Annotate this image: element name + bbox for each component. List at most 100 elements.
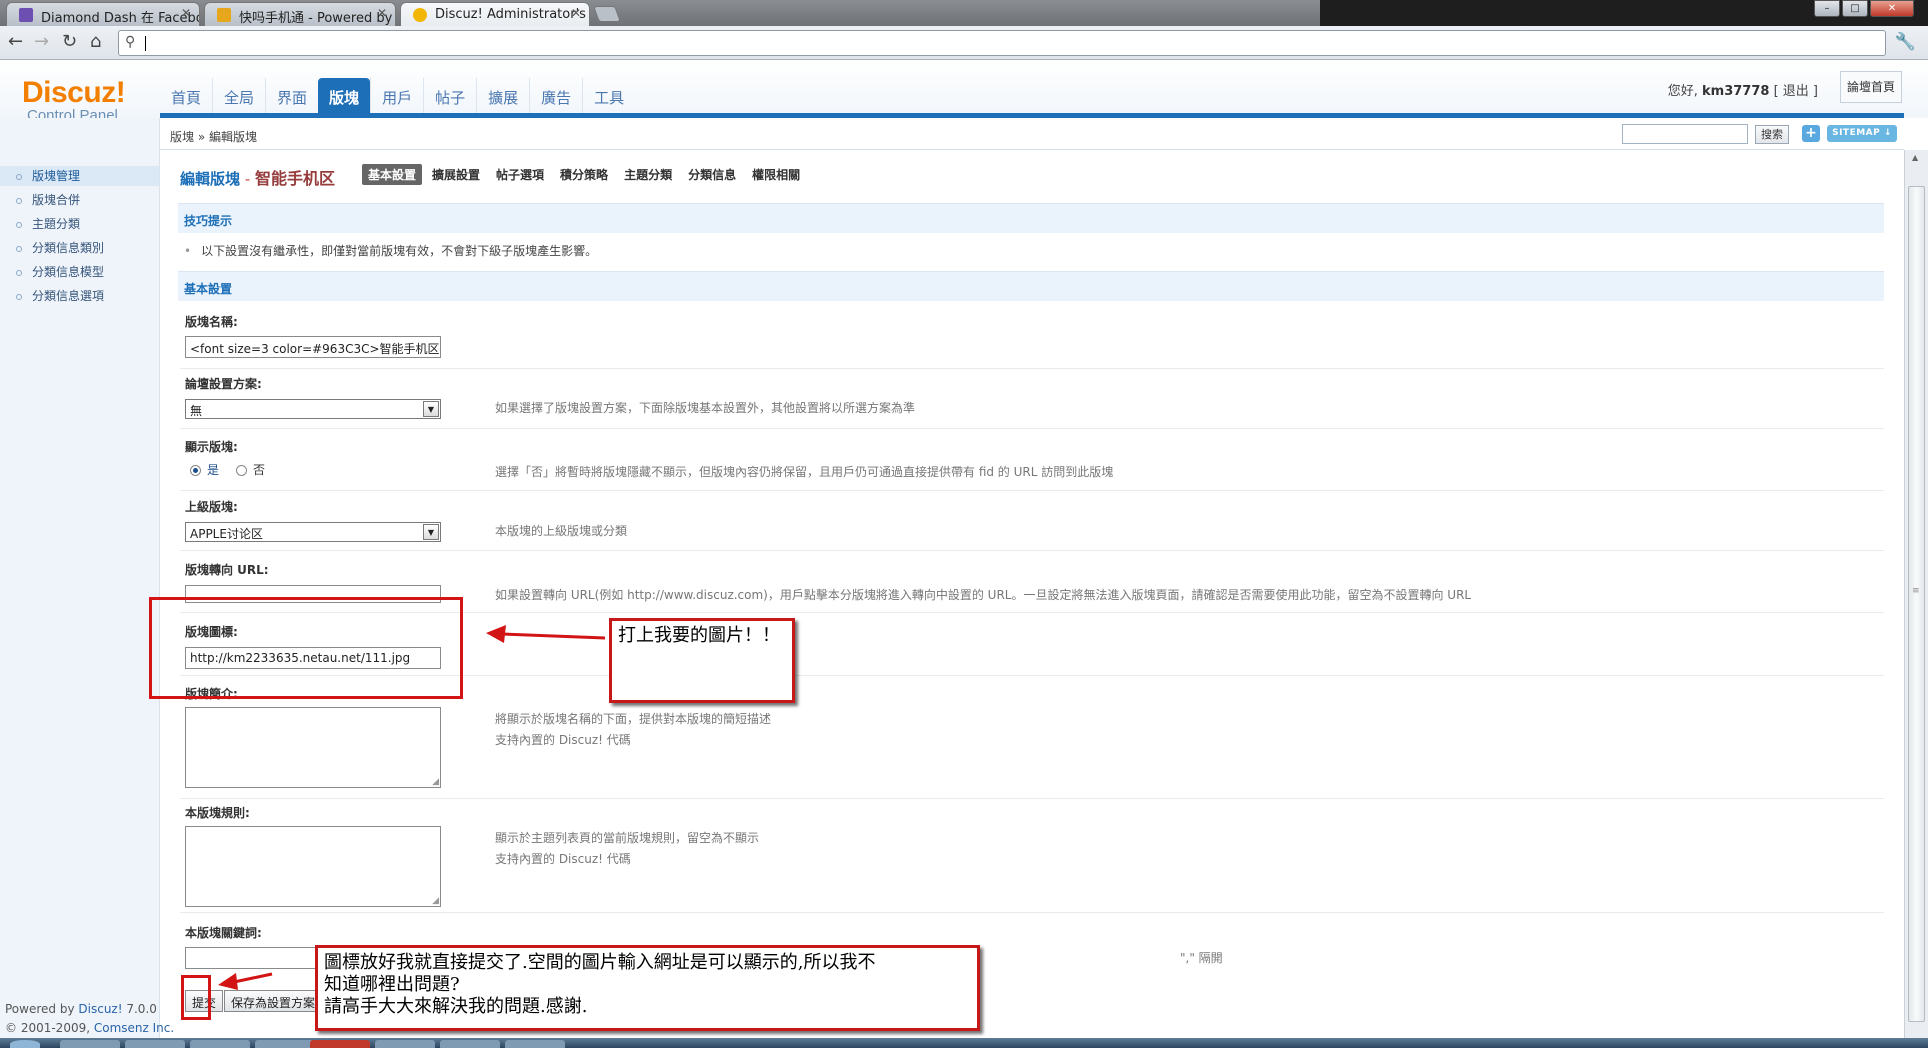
start-button[interactable]: [10, 1040, 40, 1048]
basic-settings-heading: 基本設置: [178, 271, 1884, 301]
taskbar-app-4[interactable]: [255, 1040, 315, 1048]
tab-close-icon[interactable]: ✕: [571, 6, 581, 20]
nav-global[interactable]: 全局: [212, 78, 265, 118]
forum-rules-label: 本版塊規則:: [185, 806, 250, 820]
nav-ads[interactable]: 廣告: [529, 78, 582, 118]
dropdown-arrow-icon[interactable]: ▼: [423, 401, 439, 417]
display-yes-radio[interactable]: 是: [190, 461, 219, 478]
facebook-game-favicon-icon: [19, 8, 33, 22]
tab-credits[interactable]: 積分策略: [554, 164, 614, 185]
minimize-button[interactable]: –: [1814, 0, 1840, 17]
maximize-button[interactable]: □: [1842, 0, 1868, 17]
keywords-hint: "," 隔開: [1180, 951, 1223, 965]
nav-users[interactable]: 用戶: [370, 78, 423, 118]
page-scrollbar[interactable]: ▲ ≡: [1904, 150, 1928, 1038]
browser-tab-discuz-admin[interactable]: Discuz! Administrator's Co ✕: [400, 2, 590, 26]
sidebar-item-label: 分類信息類別: [32, 241, 105, 255]
forum-name: 智能手机区: [254, 169, 335, 188]
sidebar-item-forum-merge[interactable]: 版塊合併: [16, 191, 80, 208]
tab-permissions[interactable]: 權限相關: [746, 164, 806, 185]
discuz-link[interactable]: Discuz!: [78, 1002, 122, 1016]
admin-search-input[interactable]: [1622, 124, 1748, 144]
forum-home-button[interactable]: 論壇首頁: [1840, 71, 1902, 103]
sidebar-item-label: 分類信息選項: [32, 289, 105, 303]
save-as-scheme-button[interactable]: 保存為設置方案: [224, 990, 323, 1012]
taskbar-app-1[interactable]: [60, 1040, 120, 1048]
nav-extensions[interactable]: 擴展: [476, 78, 529, 118]
bullet-icon: [16, 197, 22, 204]
greeting-text: 您好,: [1667, 84, 1698, 99]
bullet-icon: [16, 293, 22, 300]
browser-tab-diamond-dash[interactable]: Diamond Dash 在 Facebo ✕: [6, 2, 200, 26]
scroll-up-icon[interactable]: ▲: [1912, 153, 1918, 162]
forum-intro-textarea[interactable]: ◢: [185, 707, 441, 788]
comsenz-link[interactable]: Comsenz Inc.: [94, 1021, 174, 1035]
sidebar-item-info-options[interactable]: 分類信息選項: [16, 287, 104, 304]
highlight-box-submit: [181, 975, 211, 1020]
scroll-grip-icon: ≡: [1912, 586, 1920, 596]
tab-post-options[interactable]: 帖子選項: [490, 164, 550, 185]
wrench-menu-icon[interactable]: 🔧: [1895, 32, 1916, 52]
back-arrow-icon[interactable]: ←: [8, 32, 23, 52]
taskbar-app-8[interactable]: [505, 1040, 565, 1048]
scheme-select[interactable]: 無 ▼: [185, 399, 441, 419]
callout-2-line-1: 圖標放好我就直接提交了.空間的圖片輸入網址是可以顯示的,所以我不: [324, 952, 876, 973]
add-shortcut-icon[interactable]: +: [1802, 125, 1820, 142]
forward-arrow-icon[interactable]: →: [34, 32, 49, 52]
intro-hint-2: 支持內置的 Discuz! 代碼: [495, 733, 631, 747]
taskbar-app-3[interactable]: [190, 1040, 250, 1048]
bullet-icon: [16, 221, 22, 228]
page-title: 編輯版塊 - 智能手机区: [180, 165, 335, 189]
nav-tools[interactable]: 工具: [582, 78, 635, 118]
tab-close-icon[interactable]: ✕: [377, 6, 387, 20]
tips-heading: 技巧提示: [178, 203, 1884, 233]
sidebar-item-info-categories[interactable]: 分類信息類別: [16, 239, 104, 256]
forum-name-label: 版塊名稱:: [185, 315, 238, 329]
scroll-thumb[interactable]: [1908, 186, 1925, 1022]
forum-rules-textarea[interactable]: ◢: [185, 826, 441, 907]
taskbar-app-2[interactable]: [125, 1040, 185, 1048]
tab-basic[interactable]: 基本設置: [362, 164, 423, 185]
close-window-button[interactable]: ✕: [1870, 0, 1914, 17]
parent-forum-label: 上級版塊:: [185, 500, 238, 514]
admin-search-button[interactable]: 搜索: [1755, 125, 1789, 144]
settings-tabs: 基本設置 擴展設置 帖子選項 積分策略 主題分類 分類信息 權限相關: [362, 164, 806, 185]
dropdown-arrow-icon[interactable]: ▼: [423, 524, 439, 540]
nav-interface[interactable]: 界面: [265, 78, 318, 118]
sidebar-item-thread-types[interactable]: 主題分類: [16, 215, 80, 232]
sidebar-item-forum-manage[interactable]: 版塊管理: [0, 166, 159, 186]
sidebar: 版塊管理 版塊合併 主題分類 分類信息類別 分類信息模型 分類信息選項 Powe…: [0, 118, 174, 1048]
taskbar-app-5[interactable]: [310, 1040, 370, 1048]
powered-by-prefix: Powered by: [5, 1002, 75, 1016]
sidebar-item-info-models[interactable]: 分類信息模型: [16, 263, 104, 280]
copyright-years: © 2001-2009,: [5, 1021, 91, 1035]
forum-name-input[interactable]: <font size=3 color=#963C3C>智能手机区: [185, 336, 441, 358]
tab-thread-types[interactable]: 主題分類: [618, 164, 678, 185]
browser-tab-forum[interactable]: 快吗手机通 - Powered by I ✕: [204, 2, 396, 26]
breadcrumb: 版塊 » 編輯版塊: [170, 130, 257, 144]
nav-posts[interactable]: 帖子: [423, 78, 476, 118]
rules-hint-1: 顯示於主題列表頁的當前版塊規則，留空為不顯示: [495, 831, 760, 845]
sitemap-button[interactable]: SITEMAP ↓: [1827, 125, 1897, 142]
taskbar-app-7[interactable]: [440, 1040, 500, 1048]
radio-label: 否: [253, 463, 266, 477]
resize-handle-icon[interactable]: ◢: [432, 896, 439, 906]
address-bar[interactable]: ⚲: [118, 30, 1886, 56]
logout-link[interactable]: [ 退出 ]: [1774, 84, 1818, 99]
resize-handle-icon[interactable]: ◢: [432, 777, 439, 787]
parent-forum-select[interactable]: APPLE讨论区 ▼: [185, 522, 441, 542]
tab-info[interactable]: 分類信息: [682, 164, 742, 185]
nav-home[interactable]: 首頁: [160, 78, 212, 118]
display-no-radio[interactable]: 否: [236, 461, 265, 478]
admin-header: Discuz! Control Panel 首頁 全局 界面 版塊 用戶 帖子 …: [0, 60, 1928, 124]
tab-extended[interactable]: 擴展設置: [426, 164, 486, 185]
discuz-favicon-icon: [413, 8, 427, 22]
reload-icon[interactable]: ↻: [62, 32, 77, 52]
tip-text-body: 以下設置沒有繼承性，即僅對當前版塊有效，不會對下級子版塊產生影響。: [201, 244, 598, 258]
main-nav: 首頁 全局 界面 版塊 用戶 帖子 擴展 廣告 工具: [160, 78, 635, 118]
tab-close-icon[interactable]: ✕: [181, 6, 191, 20]
taskbar-app-6[interactable]: [375, 1040, 435, 1048]
home-icon[interactable]: ⌂: [90, 32, 101, 52]
nav-forums[interactable]: 版塊: [318, 78, 371, 118]
window-controls: – □ ✕: [1814, 0, 1914, 17]
